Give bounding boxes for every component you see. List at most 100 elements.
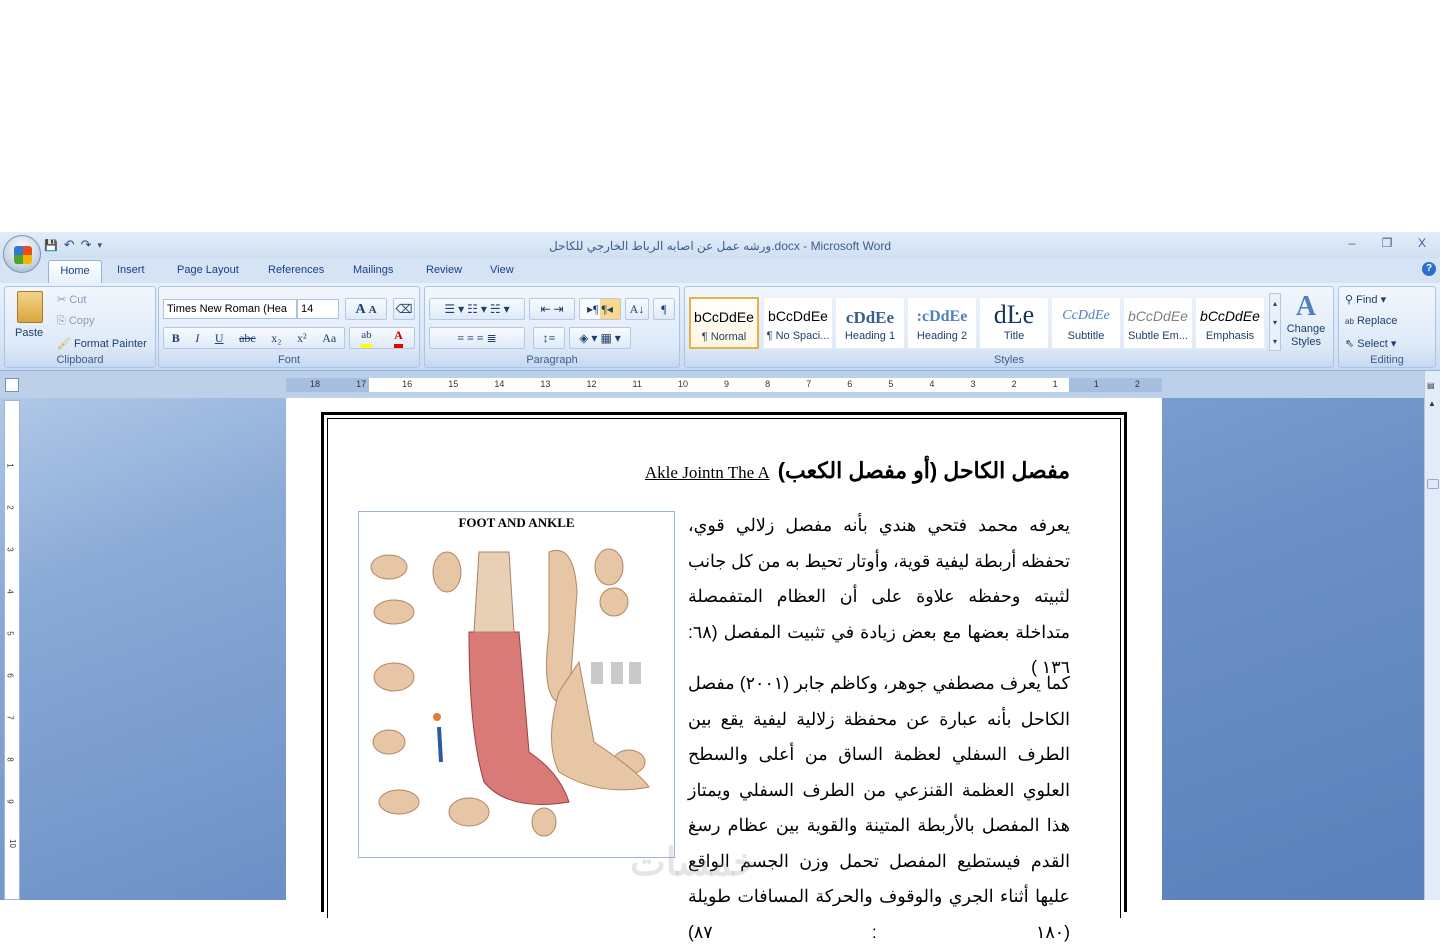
style-title[interactable]: dĿe Title — [979, 297, 1049, 349]
font-color-button[interactable]: A — [394, 328, 403, 348]
paste-icon[interactable] — [17, 291, 43, 323]
vertical-ruler[interactable]: 1 2 3 4 5 6 7 8 9 10 — [4, 400, 20, 900]
replace-icon: ab — [1345, 317, 1354, 326]
style-preview: cDdEe — [845, 308, 895, 326]
style-emphasis[interactable]: bCcDdEe Emphasis — [1195, 297, 1265, 349]
tab-mailings[interactable]: Mailings — [353, 264, 393, 276]
superscript-button[interactable]: x² — [297, 328, 307, 348]
color-buttons: ab A — [349, 327, 415, 349]
scroll-thumb[interactable] — [1427, 479, 1439, 489]
vruler-number: 8 — [5, 757, 15, 762]
vruler-number: 5 — [5, 631, 15, 636]
style-preview: bCcDdEe — [768, 308, 828, 324]
highlight-button[interactable]: ab — [361, 328, 372, 348]
close-button[interactable]: X — [1412, 236, 1432, 250]
styles-group-label: Styles — [994, 354, 1024, 366]
font-name-select[interactable]: Times New Roman (Hea — [163, 299, 297, 319]
tab-view[interactable]: View — [490, 264, 514, 276]
style-name: ¶ No Spaci... — [766, 330, 830, 342]
style-name: Heading 1 — [844, 330, 896, 342]
underline-button[interactable]: U — [215, 328, 224, 348]
shading-borders-icon[interactable]: ◈ ▾ ▦ ▾ — [569, 327, 631, 349]
change-case-button[interactable]: Aa — [322, 328, 336, 348]
grow-shrink-font-buttons[interactable]: A A — [345, 298, 387, 320]
tab-references[interactable]: References — [268, 264, 324, 276]
sort-icon[interactable]: A↓ — [625, 298, 649, 320]
tab-insert[interactable]: Insert — [117, 264, 145, 276]
bold-button[interactable]: B — [172, 328, 180, 348]
paste-button[interactable]: Paste — [15, 327, 43, 339]
ruler-number: 1 — [1093, 379, 1099, 389]
select-button[interactable]: ⇖ Select ▾ — [1345, 337, 1396, 350]
tab-home[interactable]: Home — [48, 260, 102, 284]
foot-ankle-image: FOOT AND ANKLE — [358, 511, 675, 858]
italic-button[interactable]: I — [195, 328, 199, 348]
style-normal[interactable]: bCcDdEe ¶ Normal — [689, 297, 759, 349]
paragraph-group: ☰ ▾ ☷ ▾ ☵ ▾ ⇤ ⇥ ▸¶ ¶◂ A↓ ¶ ≡ ≡ ≡ ≣ ↕≡ ◈ … — [424, 286, 680, 368]
document-heading: مفصل الكاحل (أو مفصل الكعب) Akle Jointn T… — [645, 458, 1070, 484]
vruler-number: 3 — [5, 547, 15, 552]
text-direction-buttons[interactable]: ▸¶ ¶◂ — [579, 298, 621, 320]
horizontal-ruler[interactable]: 18 17 16 15 14 13 12 11 10 9 8 7 6 5 4 3 2 1 1 2 — [286, 378, 1162, 392]
style-preview: bCcDdEe — [694, 309, 754, 325]
scroll-up-icon[interactable]: ▲ — [1428, 399, 1436, 408]
grow-font-icon[interactable]: A — [355, 302, 365, 317]
list-buttons[interactable]: ☰ ▾ ☷ ▾ ☵ ▾ — [429, 298, 525, 320]
copy-button[interactable]: ⎘ Copy — [57, 315, 95, 328]
ruler-number: 18 — [310, 379, 321, 389]
select-label: Select — [1357, 338, 1388, 350]
ruler-number: 2 — [1134, 379, 1140, 389]
office-button[interactable] — [3, 235, 41, 273]
style-preview: dĿe — [993, 300, 1035, 326]
styles-group: bCcDdEe ¶ Normal bCcDdEe ¶ No Spaci... cDd… — [684, 286, 1334, 368]
find-button[interactable]: ⚲ Find ▾ — [1345, 293, 1386, 306]
style-name: Subtitle — [1067, 330, 1105, 342]
ruler-number: 7 — [806, 379, 812, 389]
ruler-number: 11 — [632, 379, 642, 389]
format-painter-button[interactable]: 🖌 Format Painter — [57, 337, 147, 350]
cursor-icon: ⇖ — [1345, 338, 1355, 350]
tab-page-layout[interactable]: Page Layout — [177, 264, 239, 276]
subscript-button[interactable]: x₂ — [271, 328, 281, 348]
style-preview: :cDdEe — [916, 308, 968, 325]
paragraph-group-label: Paragraph — [526, 354, 578, 366]
shrink-font-icon[interactable]: A — [369, 304, 377, 316]
font-size-select[interactable]: 14 — [297, 299, 339, 319]
cut-button[interactable]: ✂ Cut — [57, 293, 86, 306]
style-subtitle[interactable]: CcDdEe Subtitle — [1051, 297, 1121, 349]
ruler-number: 15 — [448, 379, 459, 389]
strikethrough-button[interactable]: abc — [239, 328, 256, 348]
watermark: خمسات — [630, 842, 757, 884]
change-styles-button[interactable]: A Change Styles — [1285, 291, 1327, 349]
style-heading-2[interactable]: :cDdEe Heading 2 — [907, 297, 977, 349]
paragraph-2[interactable]: كما يعرف مصطفي جوهر، وكاظم جابر (٢٠٠١) م… — [688, 666, 1070, 950]
style-no-spacing[interactable]: bCcDdEe ¶ No Spaci... — [763, 297, 833, 349]
replace-button[interactable]: ab Replace — [1345, 315, 1397, 327]
line-spacing-icon[interactable]: ↕≡ — [533, 327, 565, 349]
tab-selector-icon[interactable] — [5, 378, 19, 392]
vruler-number: 4 — [5, 589, 15, 594]
font-group: Times New Roman (Hea 14 A A ⌫ B I U abc … — [158, 286, 420, 368]
clear-formatting-icon[interactable]: ⌫ — [393, 298, 415, 320]
alignment-buttons[interactable]: ≡ ≡ ≡ ≣ — [429, 327, 525, 349]
tab-review[interactable]: Review — [426, 264, 462, 276]
style-subtle-emphasis[interactable]: bCcDdEe Subtle Em... — [1123, 297, 1193, 349]
show-formatting-button[interactable]: ¶ — [653, 298, 675, 320]
view-ruler-icon[interactable]: ▤ — [1427, 381, 1439, 393]
clipboard-group: Paste ✂ Cut ⎘ Copy 🖌 Format Painter Clip… — [4, 286, 156, 368]
paragraph-1[interactable]: يعرفه محمد فتحي هندي بأنه مفصل زلالي قوي… — [688, 508, 1070, 686]
indent-buttons[interactable]: ⇤ ⇥ — [529, 298, 575, 320]
style-heading-1[interactable]: cDdEe Heading 1 — [835, 297, 905, 349]
font-format-buttons: B I U abc x₂ x² Aa — [163, 327, 345, 349]
replace-label: Replace — [1356, 315, 1398, 327]
figure-title: FOOT AND ANKLE — [458, 515, 575, 530]
help-icon[interactable]: ? — [1422, 262, 1436, 276]
minimize-button[interactable]: – — [1342, 236, 1362, 250]
copy-label: Copy — [68, 315, 95, 327]
ruler-number: 2 — [1011, 379, 1017, 389]
restore-button[interactable]: ❐ — [1377, 236, 1397, 250]
vertical-scrollbar[interactable]: ▤ ▲ — [1424, 371, 1440, 900]
styles-scroll[interactable]: ▴ ▾ ▾ — [1269, 293, 1281, 351]
vruler-number: 7 — [5, 715, 15, 720]
office-logo-icon — [14, 246, 32, 264]
